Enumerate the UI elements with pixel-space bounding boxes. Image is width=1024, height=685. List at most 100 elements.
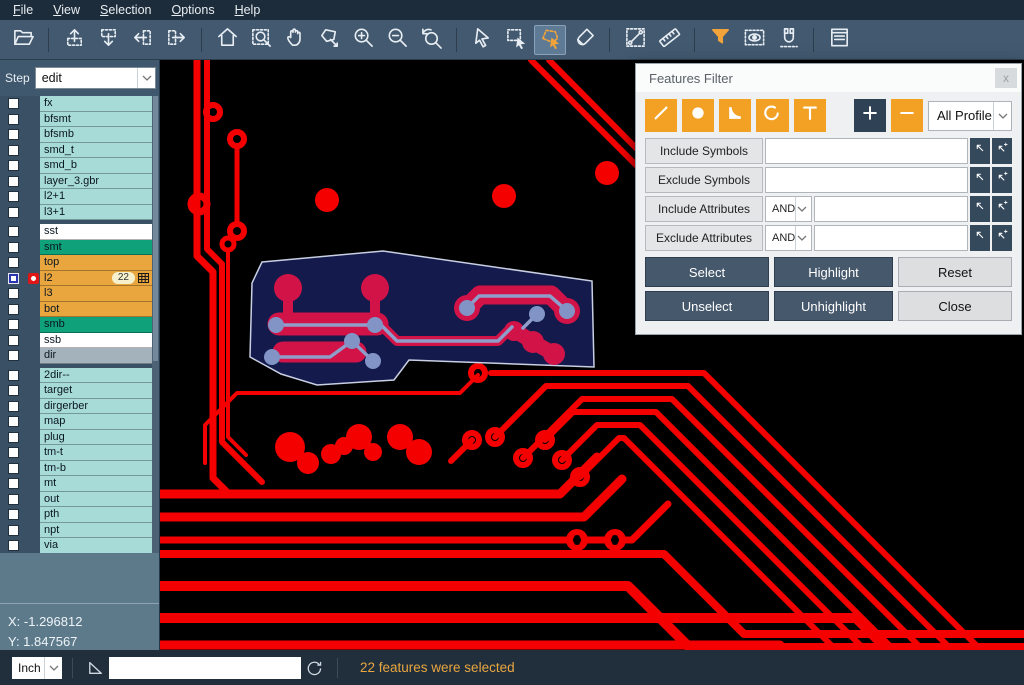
layer-row-pth[interactable]: pth: [0, 507, 153, 523]
menu-item-options[interactable]: Options: [161, 0, 224, 20]
layer-checkbox[interactable]: [8, 98, 19, 109]
layer-checkbox[interactable]: [8, 191, 19, 202]
select-button[interactable]: Select: [645, 257, 769, 287]
layer-list-scrollbar[interactable]: [152, 96, 159, 553]
layer-checkbox[interactable]: [8, 145, 19, 156]
pan-down-button[interactable]: [92, 25, 124, 55]
layer-checkbox[interactable]: [8, 226, 19, 237]
layer-row-map[interactable]: map: [0, 414, 153, 430]
polygon-select-button[interactable]: [534, 25, 566, 55]
layer-row-tm-b[interactable]: tm-b: [0, 461, 153, 477]
layer-name[interactable]: sst: [40, 224, 153, 240]
command-input[interactable]: [109, 657, 301, 679]
zoom-previous-button[interactable]: [415, 25, 447, 55]
layer-name[interactable]: plug: [40, 430, 153, 446]
unit-select[interactable]: Inch: [12, 657, 62, 679]
dialog-titlebar[interactable]: Features Filter x: [636, 64, 1021, 92]
pan-right-button[interactable]: [160, 25, 192, 55]
layer-name[interactable]: smb: [40, 317, 153, 333]
layer-checkbox[interactable]: [8, 463, 19, 474]
layer-checkbox[interactable]: [8, 129, 19, 140]
rect-select-button[interactable]: [500, 25, 532, 55]
layer-row-fx[interactable]: fx: [0, 96, 153, 112]
layer-name[interactable]: 2dir--: [40, 368, 153, 384]
exclude-symbols-pick-button[interactable]: [970, 167, 990, 193]
layer-row-smb[interactable]: smb: [0, 317, 153, 333]
snap-button[interactable]: [772, 25, 804, 55]
layer-row-bfsmb[interactable]: bfsmb: [0, 127, 153, 143]
exclude-symbols-pick-add-button[interactable]: [992, 167, 1012, 193]
include-attributes-button[interactable]: Include Attributes: [645, 196, 763, 222]
layer-checkbox[interactable]: [8, 114, 19, 125]
profile-select[interactable]: All Profile: [928, 101, 1012, 131]
layer-name[interactable]: l3+1: [40, 205, 153, 221]
layer-row-mt[interactable]: mt: [0, 476, 153, 492]
layer-checkbox[interactable]: [8, 370, 19, 381]
layer-name[interactable]: bfsmt: [40, 112, 153, 128]
layer-name[interactable]: pth: [40, 507, 153, 523]
layer-checkbox[interactable]: [8, 525, 19, 536]
ruler-button[interactable]: [653, 25, 685, 55]
layers-form-button[interactable]: [823, 25, 855, 55]
add-polarity-button[interactable]: [854, 99, 886, 132]
menu-item-file[interactable]: File: [3, 0, 43, 20]
layer-checkbox[interactable]: [8, 494, 19, 505]
include-attributes-input[interactable]: [814, 196, 968, 222]
layer-checkbox[interactable]: [8, 401, 19, 412]
include-symbols-button[interactable]: Include Symbols: [645, 138, 763, 164]
select-cursor-button[interactable]: [466, 25, 498, 55]
layer-row-smd_b[interactable]: smd_b: [0, 158, 153, 174]
layer-name[interactable]: top: [40, 255, 153, 271]
layer-row-l3+1[interactable]: l3+1: [0, 205, 153, 221]
layer-row-l2+1[interactable]: l2+1: [0, 189, 153, 205]
layer-name[interactable]: fx: [40, 96, 153, 112]
include-attributes-pick-add-button[interactable]: [992, 196, 1012, 222]
layer-row-npt[interactable]: npt: [0, 523, 153, 539]
layer-row-l3[interactable]: l3: [0, 286, 153, 302]
exclude-attributes-pick-button[interactable]: [970, 225, 990, 251]
layer-checkbox[interactable]: [8, 540, 19, 551]
pan-up-button[interactable]: [58, 25, 90, 55]
layer-name[interactable]: smt: [40, 240, 153, 256]
layer-name[interactable]: via: [40, 538, 153, 554]
zoom-area-button[interactable]: [245, 25, 277, 55]
filter-type-text-button[interactable]: [794, 99, 826, 132]
layer-row-dir[interactable]: dir: [0, 348, 153, 364]
include-attributes-pick-button[interactable]: [970, 196, 990, 222]
unhighlight-button[interactable]: Unhighlight: [774, 291, 893, 321]
layer-row-2dir--[interactable]: 2dir--: [0, 368, 153, 384]
layer-checkbox[interactable]: [8, 509, 19, 520]
layer-row-via[interactable]: via: [0, 538, 153, 554]
filter-type-surface-button[interactable]: [719, 99, 751, 132]
pan-left-button[interactable]: [126, 25, 158, 55]
exclude-attributes-button[interactable]: Exclude Attributes: [645, 225, 763, 251]
layer-checkbox[interactable]: [8, 350, 19, 361]
layer-checkbox[interactable]: [8, 432, 19, 443]
measure-distance-button[interactable]: [619, 25, 651, 55]
layer-name[interactable]: l222: [40, 271, 153, 287]
layer-row-sst[interactable]: sst: [0, 224, 153, 240]
exclude-attributes-operator-select[interactable]: AND: [765, 225, 812, 251]
layer-checkbox[interactable]: [8, 385, 19, 396]
layer-checkbox[interactable]: [8, 319, 19, 330]
layer-name[interactable]: dir: [40, 348, 153, 364]
layer-row-bfsmt[interactable]: bfsmt: [0, 112, 153, 128]
include-symbols-pick-add-button[interactable]: [992, 138, 1012, 164]
layer-name[interactable]: out: [40, 492, 153, 508]
layer-row-smd_t[interactable]: smd_t: [0, 143, 153, 159]
layer-name[interactable]: dirgerber: [40, 399, 153, 415]
layer-checkbox[interactable]: [8, 335, 19, 346]
zoom-selection-button[interactable]: [313, 25, 345, 55]
layer-row-out[interactable]: out: [0, 492, 153, 508]
layer-name[interactable]: smd_t: [40, 143, 153, 159]
layer-name[interactable]: ssb: [40, 333, 153, 349]
layer-name[interactable]: bfsmb: [40, 127, 153, 143]
layer-row-ssb[interactable]: ssb: [0, 333, 153, 349]
reset-button[interactable]: Reset: [898, 257, 1012, 287]
layer-checkbox[interactable]: [8, 288, 19, 299]
include-symbols-pick-button[interactable]: [970, 138, 990, 164]
layer-checkbox[interactable]: [8, 176, 19, 187]
filter-type-line-button[interactable]: [645, 99, 677, 132]
refresh-icon[interactable]: [305, 659, 323, 677]
brush-button[interactable]: [568, 25, 600, 55]
